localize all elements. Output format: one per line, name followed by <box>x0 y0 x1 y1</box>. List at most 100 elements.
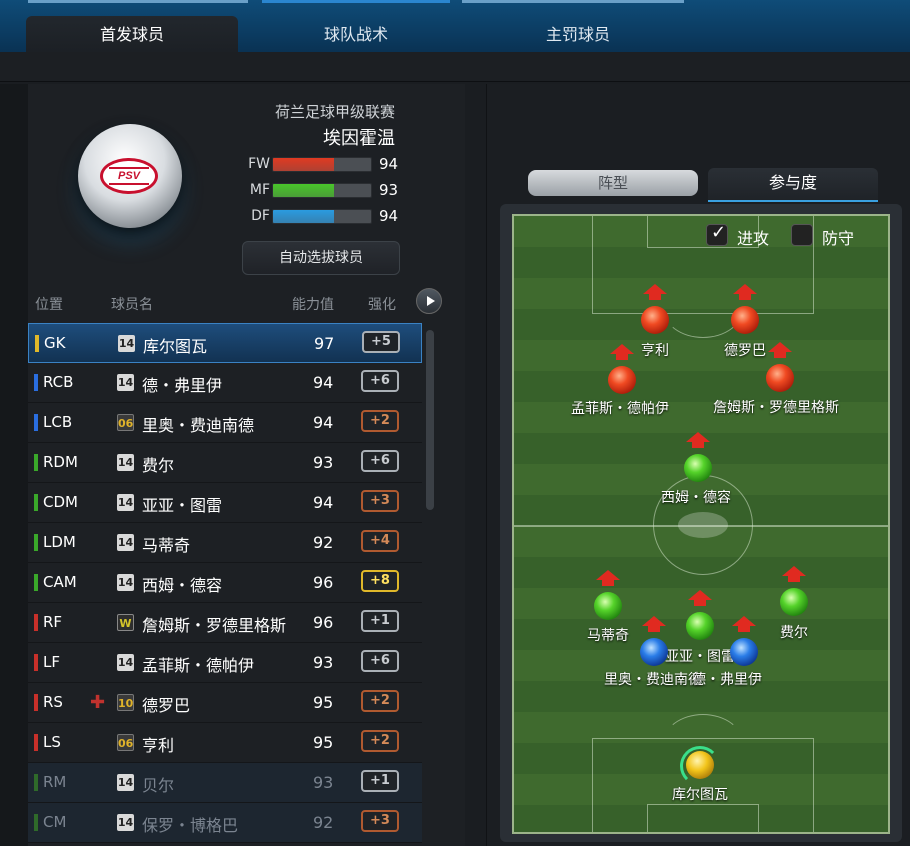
stat-bar-0 <box>272 157 372 172</box>
advance-arrow-stem <box>739 294 751 300</box>
position-color-bar <box>34 614 38 631</box>
enhance-badge[interactable]: +2 <box>361 690 399 712</box>
enhance-badge[interactable]: +3 <box>361 490 399 512</box>
enhance-badge[interactable]: +1 <box>361 610 399 632</box>
player-rating: 93 <box>313 653 334 672</box>
player-row[interactable]: GK 14 库尔图瓦 97 +5 <box>28 323 422 363</box>
stat-fill-1 <box>273 184 334 197</box>
advance-arrow-stem <box>738 626 750 632</box>
player-row[interactable]: LF 14 孟菲斯・德帕伊 93 +6 <box>28 643 422 683</box>
season-badge: 14 <box>117 534 134 551</box>
pitch <box>512 214 890 834</box>
player-row[interactable]: RS ✚ 10 德罗巴 95 +2 <box>28 683 422 723</box>
season-badge: 06 <box>117 734 134 751</box>
advance-arrow-stem <box>616 354 628 360</box>
header-rating[interactable]: 能力值 <box>292 294 334 314</box>
player-rating: 94 <box>313 373 334 392</box>
player-name: 詹姆斯・罗德里格斯 <box>142 616 287 635</box>
player-marker[interactable] <box>686 612 714 640</box>
top-stub-mid <box>262 0 450 3</box>
player-name: 西姆・德容 <box>142 576 223 595</box>
player-marker[interactable] <box>640 638 668 666</box>
player-marker[interactable] <box>684 454 712 482</box>
player-marker[interactable] <box>641 306 669 334</box>
player-marker[interactable] <box>730 638 758 666</box>
player-row[interactable]: CAM 14 西姆・德容 96 +8 <box>28 563 422 603</box>
stat-bar-1 <box>272 183 372 198</box>
enhance-badge[interactable]: +4 <box>361 530 399 552</box>
auto-select-button[interactable]: 自动选拔球员 <box>242 241 400 275</box>
pitch-player-label: 德罗巴 <box>724 343 766 359</box>
player-name: 亚亚・图雷 <box>142 496 223 515</box>
player-position: CDM <box>43 493 78 511</box>
enhance-badge[interactable]: +5 <box>362 331 400 353</box>
defend-checkbox[interactable] <box>791 224 813 246</box>
top-stub-left <box>28 0 248 3</box>
player-row[interactable]: RCB 14 德・弗里伊 94 +6 <box>28 363 422 403</box>
player-name: 保罗・博格巴 <box>142 816 239 835</box>
enhance-badge[interactable]: +6 <box>361 650 399 672</box>
keeper-glow-arc <box>680 746 720 786</box>
tab-participation[interactable]: 参与度 <box>708 168 878 202</box>
season-badge: 14 <box>117 494 134 511</box>
club-name: 埃因霍温 <box>323 128 395 149</box>
player-rating: 96 <box>313 573 334 592</box>
advance-arrow-icon <box>642 616 666 626</box>
player-row[interactable]: LDM 14 马蒂奇 92 +4 <box>28 523 422 563</box>
tab-team-tactics[interactable]: 球队战术 <box>262 16 450 52</box>
player-row[interactable]: RF W 詹姆斯・罗德里格斯 96 +1 <box>28 603 422 643</box>
player-position: LCB <box>43 413 73 431</box>
player-position: CAM <box>43 573 77 591</box>
player-marker[interactable] <box>766 364 794 392</box>
player-rating: 92 <box>313 813 334 832</box>
player-marker[interactable] <box>731 306 759 334</box>
player-row[interactable]: CDM 14 亚亚・图雷 94 +3 <box>28 483 422 523</box>
attack-checkbox[interactable]: ✓ <box>706 222 728 246</box>
pitch-player-label: 亚亚・图雷 <box>665 649 735 665</box>
enhance-badge[interactable]: +6 <box>361 370 399 392</box>
player-row[interactable]: RDM 14 费尔 93 +6 <box>28 443 422 483</box>
play-arrow-icon[interactable] <box>416 288 442 314</box>
tab-set-piece-takers[interactable]: 主罚球员 <box>462 16 694 52</box>
bottom-goal-box <box>647 804 759 832</box>
top-bar: 首发球员 球队战术 主罚球员 <box>0 0 910 52</box>
player-name: 费尔 <box>142 456 175 475</box>
advance-arrow-icon <box>782 566 806 576</box>
player-row[interactable]: CM 14 保罗・博格巴 92 +3 <box>28 803 422 843</box>
list-scrollbar[interactable] <box>426 330 434 510</box>
season-badge: 14 <box>117 574 134 591</box>
advance-arrow-stem <box>694 600 706 606</box>
enhance-badge[interactable]: +2 <box>361 410 399 432</box>
pitch-player-label: 费尔 <box>780 625 808 641</box>
header-enhance[interactable]: 强化 <box>368 294 396 314</box>
enhance-badge[interactable]: +8 <box>361 570 399 592</box>
position-color-bar <box>35 335 39 352</box>
tab-starting-players[interactable]: 首发球员 <box>26 16 238 52</box>
advance-arrow-icon <box>610 344 634 354</box>
player-position: RM <box>43 773 67 791</box>
enhance-badge[interactable]: +3 <box>361 810 399 832</box>
season-badge: 14 <box>117 814 134 831</box>
tab-formation[interactable]: 阵型 <box>528 170 698 196</box>
season-badge: 10 <box>117 694 134 711</box>
left-edge-strip <box>0 84 28 846</box>
player-name: 库尔图瓦 <box>143 337 208 356</box>
player-marker[interactable] <box>780 588 808 616</box>
player-name: 亨利 <box>142 736 175 755</box>
header-position[interactable]: 位置 <box>35 294 63 314</box>
player-position: RS <box>43 693 63 711</box>
enhance-badge[interactable]: +1 <box>361 770 399 792</box>
position-color-bar <box>34 414 38 431</box>
player-marker[interactable] <box>608 366 636 394</box>
stat-label-0: FW <box>248 156 270 172</box>
player-marker[interactable] <box>594 592 622 620</box>
player-row[interactable]: LCB 06 里奥・费迪南德 94 +2 <box>28 403 422 443</box>
player-row[interactable]: LS 06 亨利 95 +2 <box>28 723 422 763</box>
player-row[interactable]: RM 14 贝尔 93 +1 <box>28 763 422 803</box>
enhance-badge[interactable]: +2 <box>361 730 399 752</box>
pitch-player-label: 库尔图瓦 <box>672 787 728 803</box>
position-color-bar <box>34 534 38 551</box>
header-player-name[interactable]: 球员名 <box>111 294 153 314</box>
enhance-badge[interactable]: +6 <box>361 450 399 472</box>
league-name: 荷兰足球甲级联赛 <box>274 103 395 121</box>
